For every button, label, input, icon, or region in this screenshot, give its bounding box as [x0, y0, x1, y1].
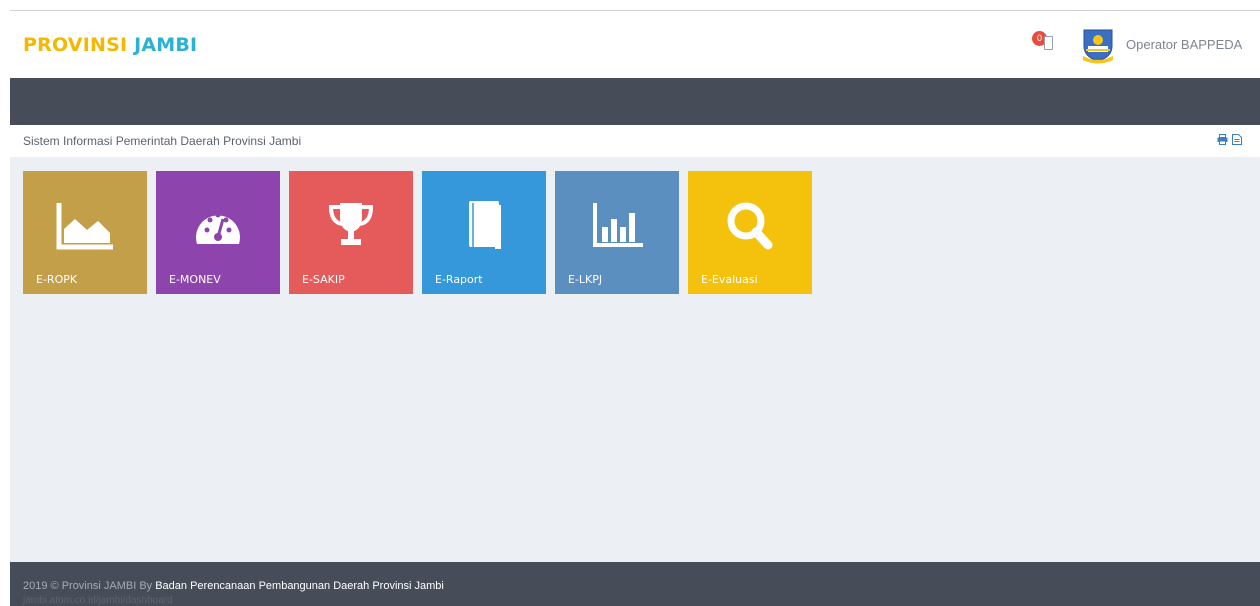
page-footer: 2019 © Provinsi JAMBI By Badan Perencana… — [10, 562, 1260, 606]
status-url: jambi.atom.co.id/jambi/dashboard — [23, 595, 173, 606]
tile-label: E-Raport — [435, 273, 483, 286]
footer-copyright: 2019 © Provinsi JAMBI By Badan Perencana… — [23, 580, 444, 592]
pdf-export-icon[interactable] — [1232, 134, 1242, 149]
brand-part-jambi: JAMBI — [134, 34, 198, 56]
main-navbar — [10, 78, 1260, 125]
provinsi-jambi-emblem-avatar[interactable] — [1080, 26, 1116, 64]
tile-e-evaluasi[interactable]: E-Evaluasi — [688, 171, 812, 294]
tile-e-sakip[interactable]: E-SAKIP — [289, 171, 413, 294]
copyright-text: 2019 © Provinsi JAMBI By — [23, 580, 153, 592]
tile-e-ropk[interactable]: E-ROPK — [23, 171, 147, 294]
breadcrumb: Sistem Informasi Pemerintah Daerah Provi… — [10, 125, 1260, 157]
tile-label: E-ROPK — [36, 273, 78, 286]
tile-e-lkpj[interactable]: E-LKPJ — [555, 171, 679, 294]
area-chart-icon — [56, 203, 113, 250]
tile-e-monev[interactable]: E-MONEV — [156, 171, 280, 294]
page-title: Sistem Informasi Pemerintah Daerah Provi… — [23, 134, 302, 148]
app-frame: PROVINSI JAMBI 0 Operator BAPPEDA Sistem… — [10, 10, 1260, 606]
trophy-icon — [328, 203, 374, 245]
organization-link[interactable]: Badan Perencanaan Pembangunan Daerah Pro… — [155, 580, 444, 592]
book-icon — [469, 201, 501, 249]
brand-part-provinsi: PROVINSI — [23, 34, 128, 56]
user-menu-name[interactable]: Operator BAPPEDA — [1126, 37, 1242, 52]
tile-label: E-Evaluasi — [701, 273, 758, 286]
tile-e-raport[interactable]: E-Raport — [422, 171, 546, 294]
print-icon[interactable] — [1217, 134, 1228, 149]
tile-label: E-LKPJ — [568, 273, 603, 286]
dashboard-gauge-icon — [196, 212, 240, 244]
bar-chart-icon — [593, 203, 643, 247]
tile-label: E-SAKIP — [302, 273, 345, 286]
notification-button[interactable]: 0 — [1032, 31, 1060, 55]
search-icon — [727, 202, 773, 250]
brand-logo-text[interactable]: PROVINSI JAMBI — [23, 34, 197, 56]
top-header: PROVINSI JAMBI 0 Operator BAPPEDA — [10, 11, 1260, 78]
notification-icon — [1044, 36, 1053, 50]
tile-label: E-MONEV — [169, 273, 221, 286]
